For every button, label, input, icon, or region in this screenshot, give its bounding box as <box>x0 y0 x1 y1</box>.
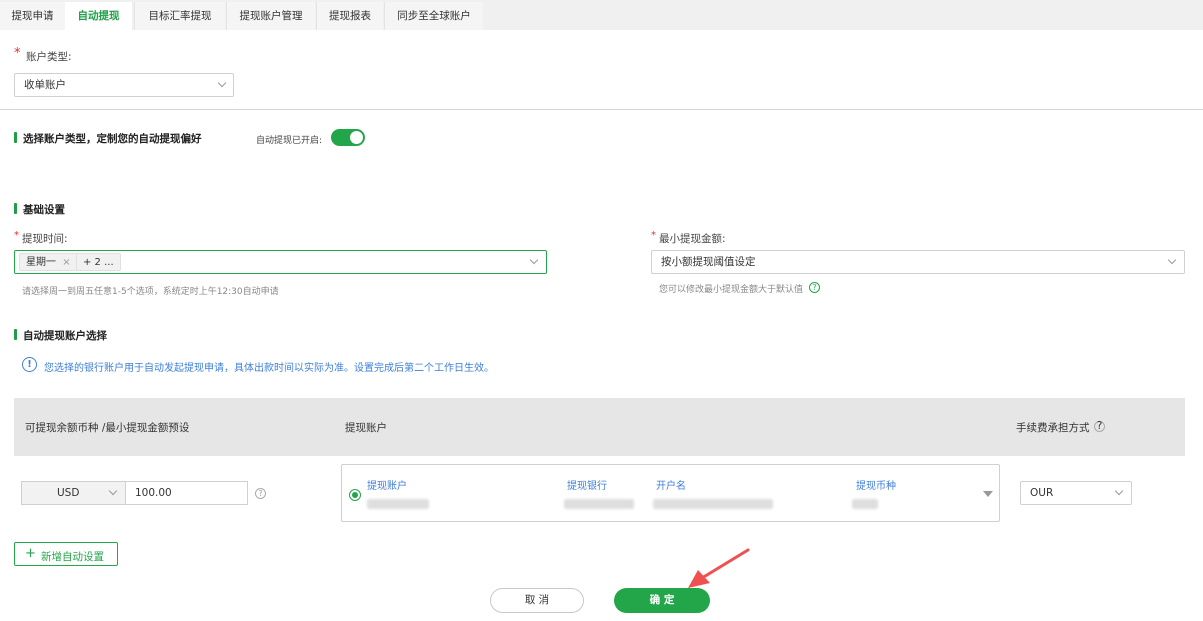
acct-header-currency: 提现币种 <box>856 481 896 492</box>
confirm-button[interactable]: 确 定 <box>614 588 710 613</box>
tab-bar: 提现申请 自动提现 目标汇率提现 提现账户管理 提现报表 同步至全球账户 <box>0 0 1203 30</box>
auto-withdraw-toggle[interactable] <box>331 129 365 146</box>
section-title-accounts: 自动提现账户选择 <box>14 328 107 343</box>
add-auto-setting-button[interactable]: + 新增自动设置 <box>14 542 118 566</box>
help-icon[interactable]: ? <box>1094 421 1105 432</box>
account-radio[interactable] <box>349 489 361 501</box>
withdraw-time-hint: 请选择周一到周五任意1-5个选项，系统定时上午12:30自动申请 <box>22 287 279 297</box>
tab-target-rate-withdraw[interactable]: 目标汇率提现 <box>134 2 225 30</box>
min-amount-hint: 您可以修改最小提现金额大于默认值 <box>659 285 804 295</box>
redacted-value <box>564 499 634 509</box>
info-notice: ! 您选择的银行账户用于自动发起提现申请，具体出款时间以实际为准。设置完成后第二… <box>14 353 1185 379</box>
tab-withdraw-report[interactable]: 提现报表 <box>316 2 383 30</box>
annotation-arrow-icon <box>688 548 750 588</box>
min-amount-select[interactable]: 按小额提现阈值设定 <box>651 250 1185 274</box>
plus-icon: + <box>25 546 36 561</box>
chevron-down-icon <box>1114 486 1124 496</box>
withdraw-account-card[interactable]: 提现账户 提现银行 开户名 提现币种 <box>341 464 1000 522</box>
divider <box>0 109 1203 110</box>
fee-mode-select[interactable]: OUR <box>1020 481 1132 505</box>
redacted-value <box>367 499 429 509</box>
required-mark: * <box>651 230 656 241</box>
chevron-down-icon <box>217 78 227 88</box>
info-text: 您选择的银行账户用于自动发起提现申请，具体出款时间以实际为准。设置完成后第二个工… <box>44 363 494 374</box>
currency-value: USD <box>57 487 80 499</box>
col-currency: 可提现余额币种 /最小提现金额预设 <box>25 422 190 434</box>
col-account: 提现账户 <box>345 422 387 434</box>
acct-header-account: 提现账户 <box>367 481 407 492</box>
help-icon[interactable]: ? <box>255 488 266 499</box>
account-type-value: 收单账户 <box>24 79 66 91</box>
tab-withdraw-account-mgmt[interactable]: 提现账户管理 <box>226 2 315 30</box>
table-header: 可提现余额币种 /最小提现金额预设 提现账户 手续费承担方式 ? <box>14 398 1185 456</box>
toggle-knob <box>350 131 363 144</box>
fee-mode-value: OUR <box>1030 487 1054 499</box>
add-auto-setting-label: 新增自动设置 <box>41 551 104 563</box>
radio-dot <box>352 492 358 498</box>
cancel-button[interactable]: 取 消 <box>490 588 584 613</box>
withdraw-time-label: 提现时间: <box>22 233 68 245</box>
acct-header-holder: 开户名 <box>656 481 686 492</box>
redacted-value <box>852 499 878 509</box>
info-icon: ! <box>22 357 37 372</box>
col-fee: 手续费承担方式 <box>1016 422 1090 434</box>
tab-sync-global-account[interactable]: 同步至全球账户 <box>384 2 483 30</box>
chevron-down-icon <box>1167 255 1177 265</box>
account-type-select[interactable]: 收单账户 <box>14 73 234 97</box>
chevron-down-icon <box>529 255 539 265</box>
acct-header-bank: 提现银行 <box>567 481 607 492</box>
help-icon[interactable]: ? <box>809 282 820 293</box>
tab-withdraw-apply[interactable]: 提现申请 <box>0 2 65 30</box>
section-title-preference: 选择账户类型，定制您的自动提现偏好 <box>14 131 202 146</box>
tag-close-icon[interactable]: × <box>62 257 70 268</box>
amount-value: 100.00 <box>135 487 172 499</box>
caret-down-icon[interactable] <box>983 491 993 497</box>
min-amount-value: 按小额提现阈值设定 <box>661 256 756 268</box>
section-title-basic: 基础设置 <box>14 202 65 217</box>
currency-select[interactable]: USD <box>21 481 126 505</box>
min-amount-input[interactable]: 100.00 <box>125 481 248 505</box>
time-tag-monday: 星期一 × <box>19 253 78 271</box>
account-type-label: 账户类型: <box>26 51 72 63</box>
time-tag-label: 星期一 <box>26 257 56 268</box>
redacted-value <box>653 499 773 509</box>
time-tag-more[interactable]: + 2 ... <box>76 253 121 271</box>
tab-auto-withdraw[interactable]: 自动提现 <box>65 2 132 30</box>
min-amount-label: 最小提现金额: <box>659 233 726 245</box>
chevron-down-icon <box>108 486 118 496</box>
toggle-label: 自动提现已开启: <box>256 136 323 146</box>
required-mark: * <box>14 46 21 61</box>
required-mark: * <box>14 230 19 241</box>
